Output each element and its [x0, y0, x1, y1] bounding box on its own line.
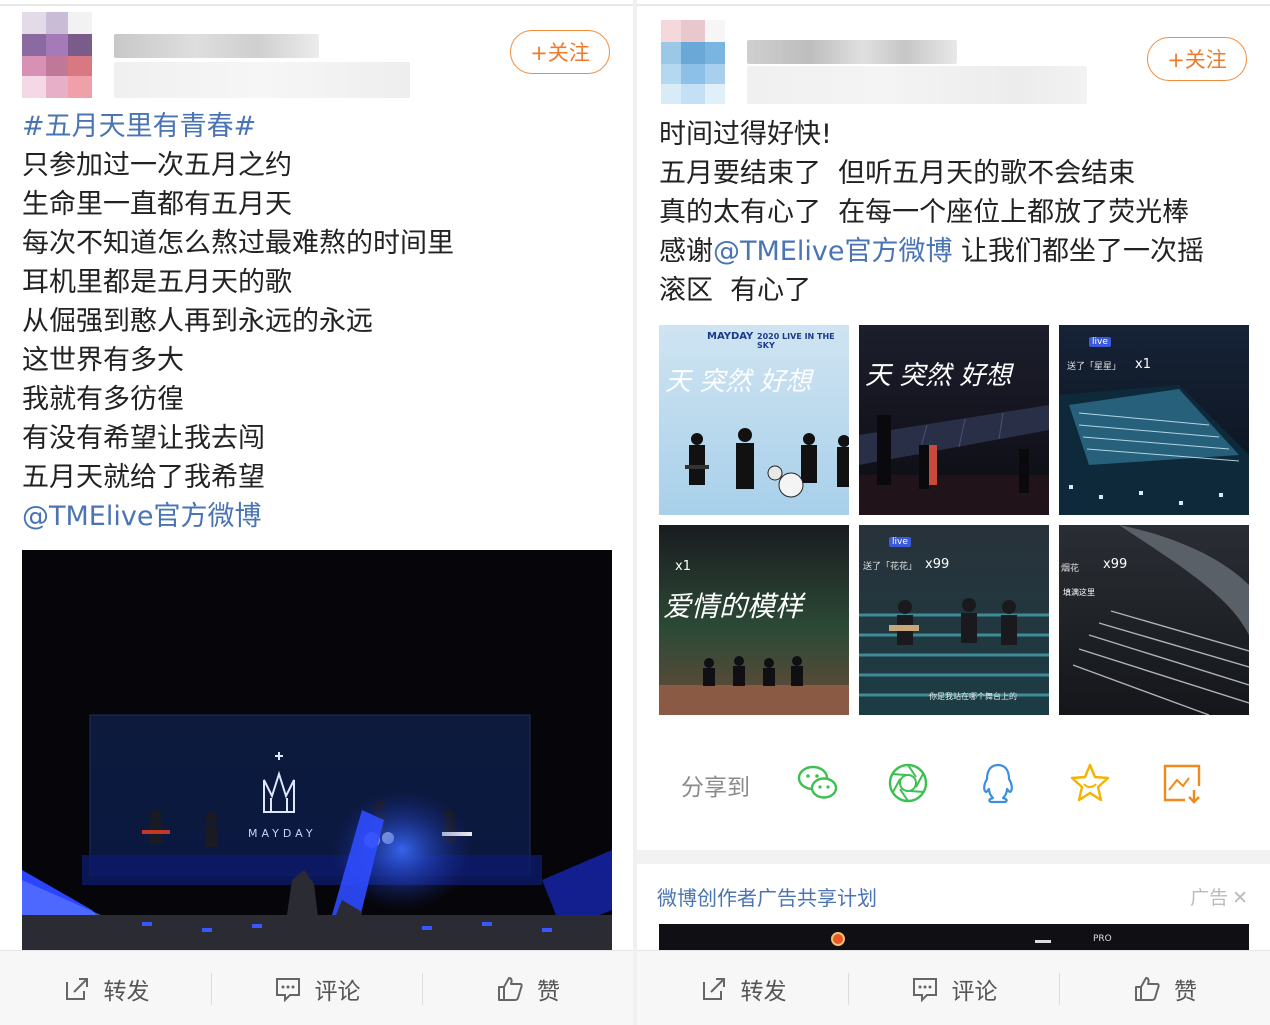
top-rule — [637, 4, 1270, 6]
post-line: 时间过得好快! — [659, 119, 832, 150]
seats-band-art — [859, 598, 1049, 697]
post-meta-blurred — [114, 62, 410, 98]
thanks-prefix: 感谢 — [659, 236, 713, 267]
post-line: 这世界有多大 — [22, 345, 184, 376]
image-grid: MAYDAY 2020 LIVE IN THE SKY 天 突然 好想 天 突然… — [659, 325, 1249, 715]
username-blurred[interactable] — [114, 34, 319, 58]
grid-image-5[interactable]: live 送了「花花」 x99 你是我站在哪个舞台上的 — [859, 525, 1049, 715]
share-row: 分享到 — [637, 752, 1270, 814]
post-action-bar: 转发 评论 赞 — [0, 950, 633, 1025]
post-line: 有没有希望让我去闯 — [22, 423, 265, 454]
post-line: 五月天就给了我希望 — [22, 462, 265, 493]
repost-icon — [702, 977, 725, 1000]
follow-button-label: +关注 — [530, 41, 590, 65]
comment-icon — [275, 977, 300, 1002]
favorite-star-icon[interactable] — [1067, 760, 1113, 806]
qq-icon[interactable] — [975, 760, 1021, 806]
hashtag-link[interactable]: #五月天里有青春# — [22, 107, 454, 146]
ad-program-link[interactable]: 微博创作者广告共享计划 — [657, 882, 877, 911]
thumbs-up-icon — [498, 976, 523, 1001]
repost-button[interactable]: 转发 — [637, 951, 848, 1025]
weibo-post-left: +关注 #五月天里有青春# 只参加过一次五月之约 生命里一直都有五月天 每次不知… — [0, 0, 633, 1025]
top-rule — [0, 4, 633, 6]
username-blurred[interactable] — [747, 40, 957, 64]
post-line: 生命里一直都有五月天 — [22, 189, 292, 220]
post-line: 五月要结束了 但听五月天的歌不会结束 — [659, 158, 1136, 189]
post-meta-blurred — [747, 66, 1087, 104]
mention-link[interactable]: @TMElive官方微博 — [22, 497, 454, 536]
wechat-icon[interactable] — [795, 760, 841, 806]
follow-button[interactable]: +关注 — [510, 30, 610, 74]
post-line: 只参加过一次五月之约 — [22, 150, 292, 181]
lit-stadium-art — [1059, 385, 1249, 515]
lyric-subtitle: 你是我站在哪个舞台上的 — [929, 692, 1017, 701]
ad-logo-icon — [831, 932, 845, 946]
share-label: 分享到 — [681, 775, 750, 801]
concert-photo[interactable]: MAYDAY — [22, 550, 612, 950]
thumbs-up-icon — [1135, 976, 1160, 1001]
like-button[interactable]: 赞 — [422, 951, 633, 1025]
ad-mark-text: 广告 — [1190, 887, 1229, 909]
grid-image-1[interactable]: MAYDAY 2020 LIVE IN THE SKY 天 突然 好想 — [659, 325, 849, 515]
ad-bar-icon — [1035, 940, 1051, 943]
mention-link[interactable]: @TMElive官方微博 — [713, 236, 952, 267]
post-line: 我就有多彷徨 — [22, 384, 184, 415]
avatar-blurred[interactable] — [661, 20, 725, 104]
comment-label: 评论 — [951, 978, 998, 1005]
comment-button[interactable]: 评论 — [848, 951, 1059, 1025]
grid-image-4[interactable]: x1 爱情的模样 — [659, 525, 849, 715]
concert-photo-art: MAYDAY — [22, 550, 612, 950]
repost-label: 转发 — [740, 978, 787, 1005]
post-line: 真的太有心了 在每一个座位上都放了荧光棒 — [659, 197, 1190, 228]
post-text: 时间过得好快! 五月要结束了 但听五月天的歌不会结束 真的太有心了 在每一个座位… — [659, 115, 1204, 310]
post-line: 感谢@TMElive官方微博 让我们都坐了一次摇 — [659, 232, 1204, 271]
like-label: 赞 — [1174, 978, 1197, 1005]
post-action-bar: 转发 评论 赞 — [637, 950, 1270, 1025]
grid-image-2[interactable]: 天 突然 好想 — [859, 325, 1049, 515]
grid-image-3[interactable]: live 送了「星星」 x1 — [1059, 325, 1249, 515]
stage-logo-text: MAYDAY — [248, 827, 317, 840]
ad-label[interactable]: 广告 ✕ — [1190, 883, 1248, 910]
repost-button[interactable]: 转发 — [0, 951, 211, 1025]
like-label: 赞 — [537, 978, 560, 1005]
close-icon[interactable]: ✕ — [1232, 887, 1248, 909]
grid-image-6[interactable]: 烟花 x99 填满这里 — [1059, 525, 1249, 715]
thanks-suffix: 让我们都坐了一次摇 — [952, 236, 1205, 267]
ad-strip-label: PRO — [1093, 934, 1112, 944]
comment-icon — [912, 977, 937, 1002]
follow-button[interactable]: +关注 — [1147, 37, 1247, 81]
moments-icon[interactable] — [885, 760, 931, 806]
band-figures — [685, 428, 849, 498]
empty-seats-art — [1072, 525, 1249, 715]
avatar-blurred[interactable] — [22, 12, 92, 98]
section-gap — [637, 850, 1270, 864]
post-line: 耳机里都是五月天的歌 — [22, 267, 292, 298]
post-line: 每次不知道怎么熬过最难熬的时间里 — [22, 228, 454, 259]
weibo-post-right: +关注 时间过得好快! 五月要结束了 但听五月天的歌不会结束 真的太有心了 在每… — [637, 0, 1270, 1025]
post-text: #五月天里有青春# 只参加过一次五月之约 生命里一直都有五月天 每次不知道怎么熬… — [22, 107, 454, 536]
post-line: 从倔强到憨人再到永远的永远 — [22, 306, 373, 337]
follow-button-label: +关注 — [1167, 48, 1227, 72]
like-button[interactable]: 赞 — [1059, 951, 1270, 1025]
comment-label: 评论 — [314, 978, 361, 1005]
save-image-icon[interactable] — [1159, 760, 1205, 806]
post-line: 滚区 有心了 — [659, 275, 812, 306]
comment-button[interactable]: 评论 — [211, 951, 422, 1025]
band-sitting-art — [659, 656, 849, 715]
repost-icon — [65, 977, 88, 1000]
stadium-stage-art — [859, 405, 1049, 515]
repost-label: 转发 — [103, 978, 150, 1005]
